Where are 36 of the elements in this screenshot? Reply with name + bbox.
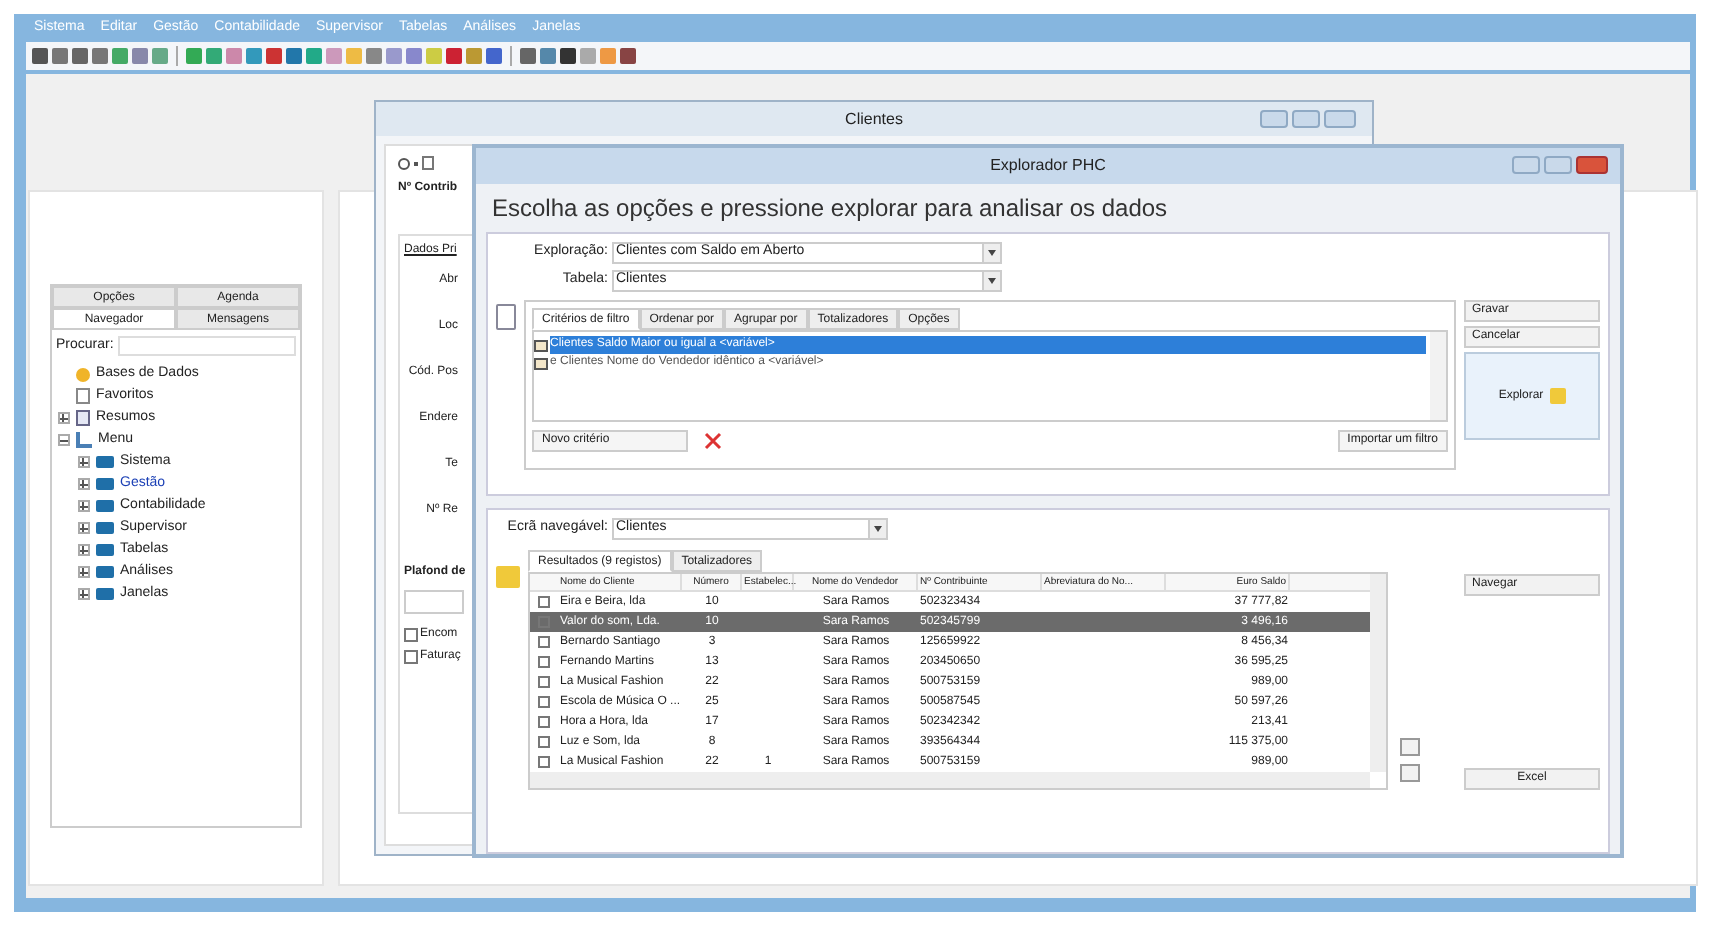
window-title: Clientes [845, 107, 903, 131]
expander-icon[interactable] [77, 588, 89, 600]
chevron-down-icon[interactable] [868, 520, 886, 538]
heading: Escolha as opções e pressione explorar para analisar os dados [490, 192, 1170, 226]
search-icon[interactable] [398, 157, 410, 169]
expander-icon[interactable] [77, 456, 89, 468]
expander-icon[interactable] [77, 478, 89, 490]
chevron-down-icon[interactable] [982, 244, 1000, 262]
chevron-down-icon[interactable] [982, 272, 1000, 290]
minimize-icon[interactable] [1260, 110, 1288, 128]
delete-icon[interactable] [704, 432, 722, 450]
expander-icon[interactable] [77, 500, 89, 512]
checkbox[interactable] [404, 650, 418, 664]
expander-icon[interactable] [77, 566, 89, 578]
document-icon [76, 388, 90, 404]
expander-icon[interactable] [57, 412, 69, 424]
scrollbar[interactable] [530, 772, 1370, 788]
scrollbar[interactable] [1430, 332, 1446, 420]
maximize-icon[interactable] [1292, 110, 1320, 128]
expander-icon[interactable] [57, 434, 69, 446]
close-icon[interactable] [1324, 110, 1356, 128]
scrollbar[interactable] [1370, 574, 1386, 772]
expander-icon[interactable] [77, 544, 89, 556]
document-icon[interactable] [422, 156, 434, 170]
search-field[interactable] [117, 336, 296, 357]
maximize-icon[interactable] [1544, 156, 1572, 174]
document-icon [496, 304, 516, 330]
list-icon [76, 410, 90, 426]
minimize-icon[interactable] [1512, 156, 1540, 174]
close-icon[interactable] [1576, 156, 1608, 174]
database-icon [76, 367, 90, 381]
window-title: Explorador PHC [990, 154, 1106, 178]
tree-icon [76, 432, 92, 448]
input-field[interactable] [404, 590, 464, 614]
expander-icon[interactable] [77, 522, 89, 534]
checkbox[interactable] [404, 628, 418, 642]
